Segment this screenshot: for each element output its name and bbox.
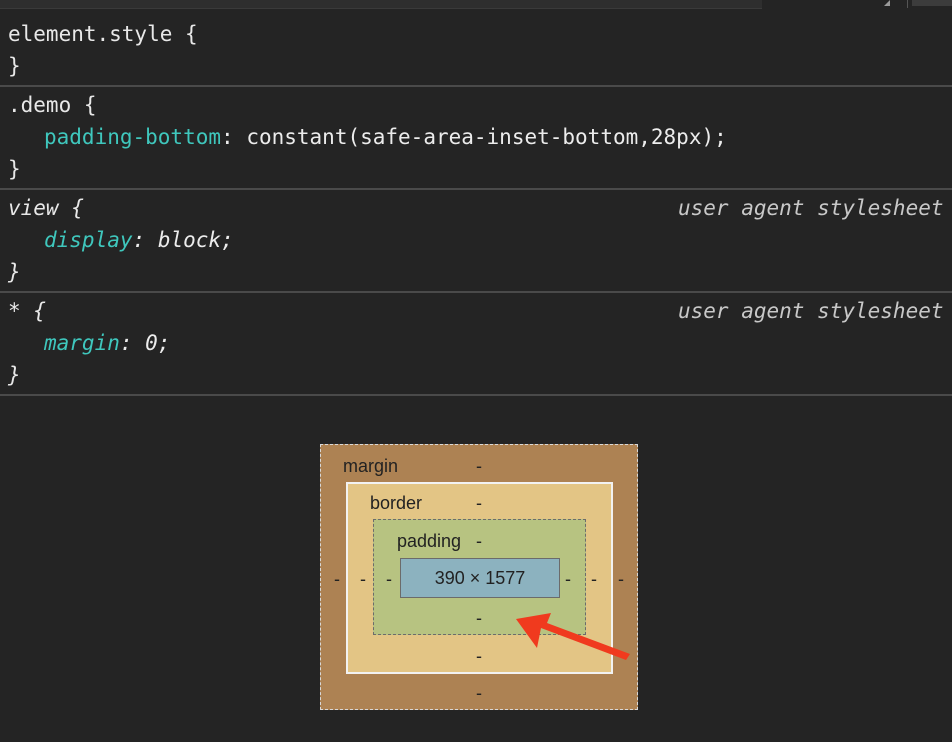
declaration-colon: :	[221, 125, 247, 149]
style-rule: element.style { }	[0, 16, 952, 87]
toolbar-button[interactable]	[912, 0, 952, 6]
rule-origin: user agent stylesheet	[678, 299, 944, 323]
margin-left-value[interactable]: -	[334, 569, 340, 589]
rule-selector[interactable]: element.style {	[0, 18, 952, 50]
rule-close-brace: }	[8, 260, 21, 284]
border-left-value[interactable]: -	[360, 569, 366, 589]
declaration-value[interactable]: constant(safe-area-inset-bottom,28px);	[246, 125, 726, 149]
style-rule: view { user agent stylesheet display: blo…	[0, 190, 952, 293]
border-right-value[interactable]: -	[591, 569, 597, 589]
border-top-value[interactable]: -	[476, 493, 482, 513]
padding-left-value[interactable]: -	[386, 569, 392, 589]
rule-selector[interactable]: .demo {	[0, 89, 952, 121]
style-rule: * { user agent stylesheet margin: 0; }	[0, 293, 952, 396]
declaration-value: 0;	[145, 331, 171, 355]
padding-label: padding	[397, 531, 462, 551]
styles-pane: element.style { } .demo { padding-bottom…	[0, 16, 952, 396]
toolbar-divider	[907, 0, 908, 8]
rule-close-brace: }	[8, 157, 21, 181]
declaration-colon: :	[119, 331, 146, 355]
margin-label: margin	[343, 456, 399, 476]
styles-toolbar	[0, 0, 952, 16]
margin-right-value[interactable]: -	[618, 569, 624, 589]
padding-right-value[interactable]: -	[565, 569, 571, 589]
rule-selector[interactable]: * {	[8, 299, 46, 323]
margin-bottom-value[interactable]: -	[476, 683, 482, 703]
rule-selector-line: * { user agent stylesheet	[0, 295, 952, 327]
rule-origin: user agent stylesheet	[678, 196, 944, 220]
border-label: border	[370, 493, 423, 513]
corner-resize-icon	[884, 0, 890, 6]
rule-selector-line: view { user agent stylesheet	[0, 192, 952, 224]
declaration-value: block;	[157, 228, 234, 252]
declaration-colon: :	[132, 228, 158, 252]
declaration-property: margin	[44, 331, 120, 355]
declaration[interactable]: padding-bottom: constant(safe-area-inset…	[0, 121, 952, 153]
rule-selector[interactable]: view {	[8, 196, 84, 220]
declaration: display: block;	[0, 224, 952, 256]
declaration: margin: 0;	[0, 327, 952, 359]
padding-top-value[interactable]: -	[476, 531, 482, 551]
rule-close-brace: }	[8, 363, 21, 387]
style-rule: .demo { padding-bottom: constant(safe-ar…	[0, 87, 952, 190]
box-model-content[interactable]: 390 × 1577	[400, 558, 560, 598]
declaration-property: display	[44, 228, 133, 252]
padding-bottom-value[interactable]: -	[476, 608, 482, 628]
filter-input[interactable]	[0, 0, 762, 9]
declaration-property[interactable]: padding-bottom	[44, 125, 221, 149]
rule-close-brace: }	[8, 54, 21, 78]
border-bottom-value[interactable]: -	[476, 646, 482, 666]
margin-top-value[interactable]: -	[476, 456, 482, 476]
